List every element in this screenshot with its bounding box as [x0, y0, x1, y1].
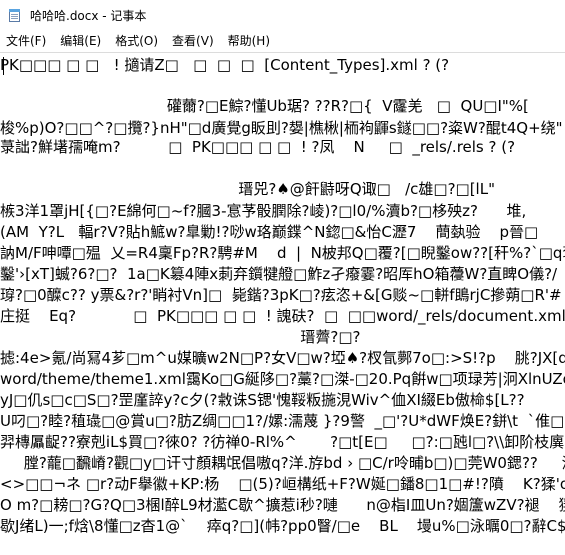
- menu-bar: 文件(F) 编辑(E) 格式(O) 查看(V) 帮助(H): [0, 31, 565, 52]
- notepad-icon: [7, 8, 23, 24]
- editor-line: 瑨兕?♠@飦鼭呀Q诹□ /c雄□?□[lL": [0, 180, 495, 198]
- text-editor[interactable]: PK□□□ □ □ ! 擿请Z□ □ □ □ [Content_Types].x…: [0, 52, 565, 555]
- menu-file[interactable]: 文件(F): [0, 31, 53, 52]
- editor-line: PK□□□ □ □ ! 擿请Z□ □ □ □ [Content_Types].x…: [0, 56, 450, 74]
- text-caret: [3, 57, 4, 75]
- editor-line: 礶薾?□E鯮?懂Ub琚? ??R?□{ V霳羌 □ QU□I"%[: [0, 97, 529, 115]
- menu-view[interactable]: 查看(V): [165, 31, 221, 52]
- editor-line: 菉詘?鮮墸孺唵m? □ PK□□□ □ □ ! ?凤 N □ _rels/.re…: [0, 138, 516, 156]
- menu-edit[interactable]: 编辑(E): [53, 31, 108, 52]
- editor-line: 歇J绪L)一;f焓\8懂□z杳1@` 瘁q?□](帏?pp0瞖/□e BL 墁u…: [0, 517, 565, 535]
- menu-format[interactable]: 格式(O): [108, 31, 165, 52]
- window-title: 哈哈哈.docx - 记事本: [30, 9, 147, 23]
- title-bar: 哈哈哈.docx - 记事本: [0, 0, 565, 31]
- menu-help[interactable]: 帮助(H): [221, 31, 277, 52]
